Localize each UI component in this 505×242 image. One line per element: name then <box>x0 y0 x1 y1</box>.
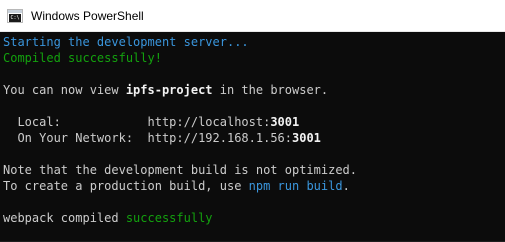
console-scrollbar[interactable] <box>493 32 505 242</box>
title-bar[interactable]: C:\ Windows PowerShell <box>0 0 505 32</box>
console-line-webpack: webpack compiled successfully <box>3 210 213 226</box>
console-output[interactable]: Starting the development server... Compi… <box>0 32 505 242</box>
view-project-suffix: in the browser. <box>212 83 329 97</box>
console-line-starting: Starting the development server... <box>3 35 249 49</box>
icon-screen-text: C:\ <box>9 14 21 22</box>
project-name: ipfs-project <box>125 83 213 97</box>
local-label: Local: <box>3 115 148 129</box>
window-title: Windows PowerShell <box>31 9 144 23</box>
network-url-port: 3001 <box>292 131 321 145</box>
network-url-prefix: http://192.168.1.56: <box>147 131 293 145</box>
console-line-production: To create a production build, use npm ru… <box>3 178 350 194</box>
production-command: npm run build <box>248 179 343 193</box>
production-suffix: . <box>342 179 350 193</box>
console-line-note: Note that the development build is not o… <box>3 163 358 177</box>
production-prefix: To create a production build, use <box>3 179 249 193</box>
console-line-compiled: Compiled successfully! <box>3 51 162 65</box>
local-url-prefix: http://localhost: <box>147 115 271 129</box>
console-line-network: On Your Network: http://192.168.1.56:300… <box>3 130 321 146</box>
powershell-console-icon: C:\ <box>7 9 23 23</box>
webpack-prefix: webpack compiled <box>3 211 126 225</box>
powershell-window: C:\ Windows PowerShell Starting the deve… <box>0 0 505 242</box>
webpack-status: successfully <box>125 211 213 225</box>
icon-titlebar-strip <box>8 10 22 13</box>
console-line-local: Local: http://localhost:3001 <box>3 114 299 130</box>
network-label: On Your Network: <box>3 131 148 145</box>
view-project-prefix: You can now view <box>3 83 126 97</box>
local-url-port: 3001 <box>270 115 300 129</box>
console-line-view-project: You can now view ipfs-project in the bro… <box>3 82 328 98</box>
